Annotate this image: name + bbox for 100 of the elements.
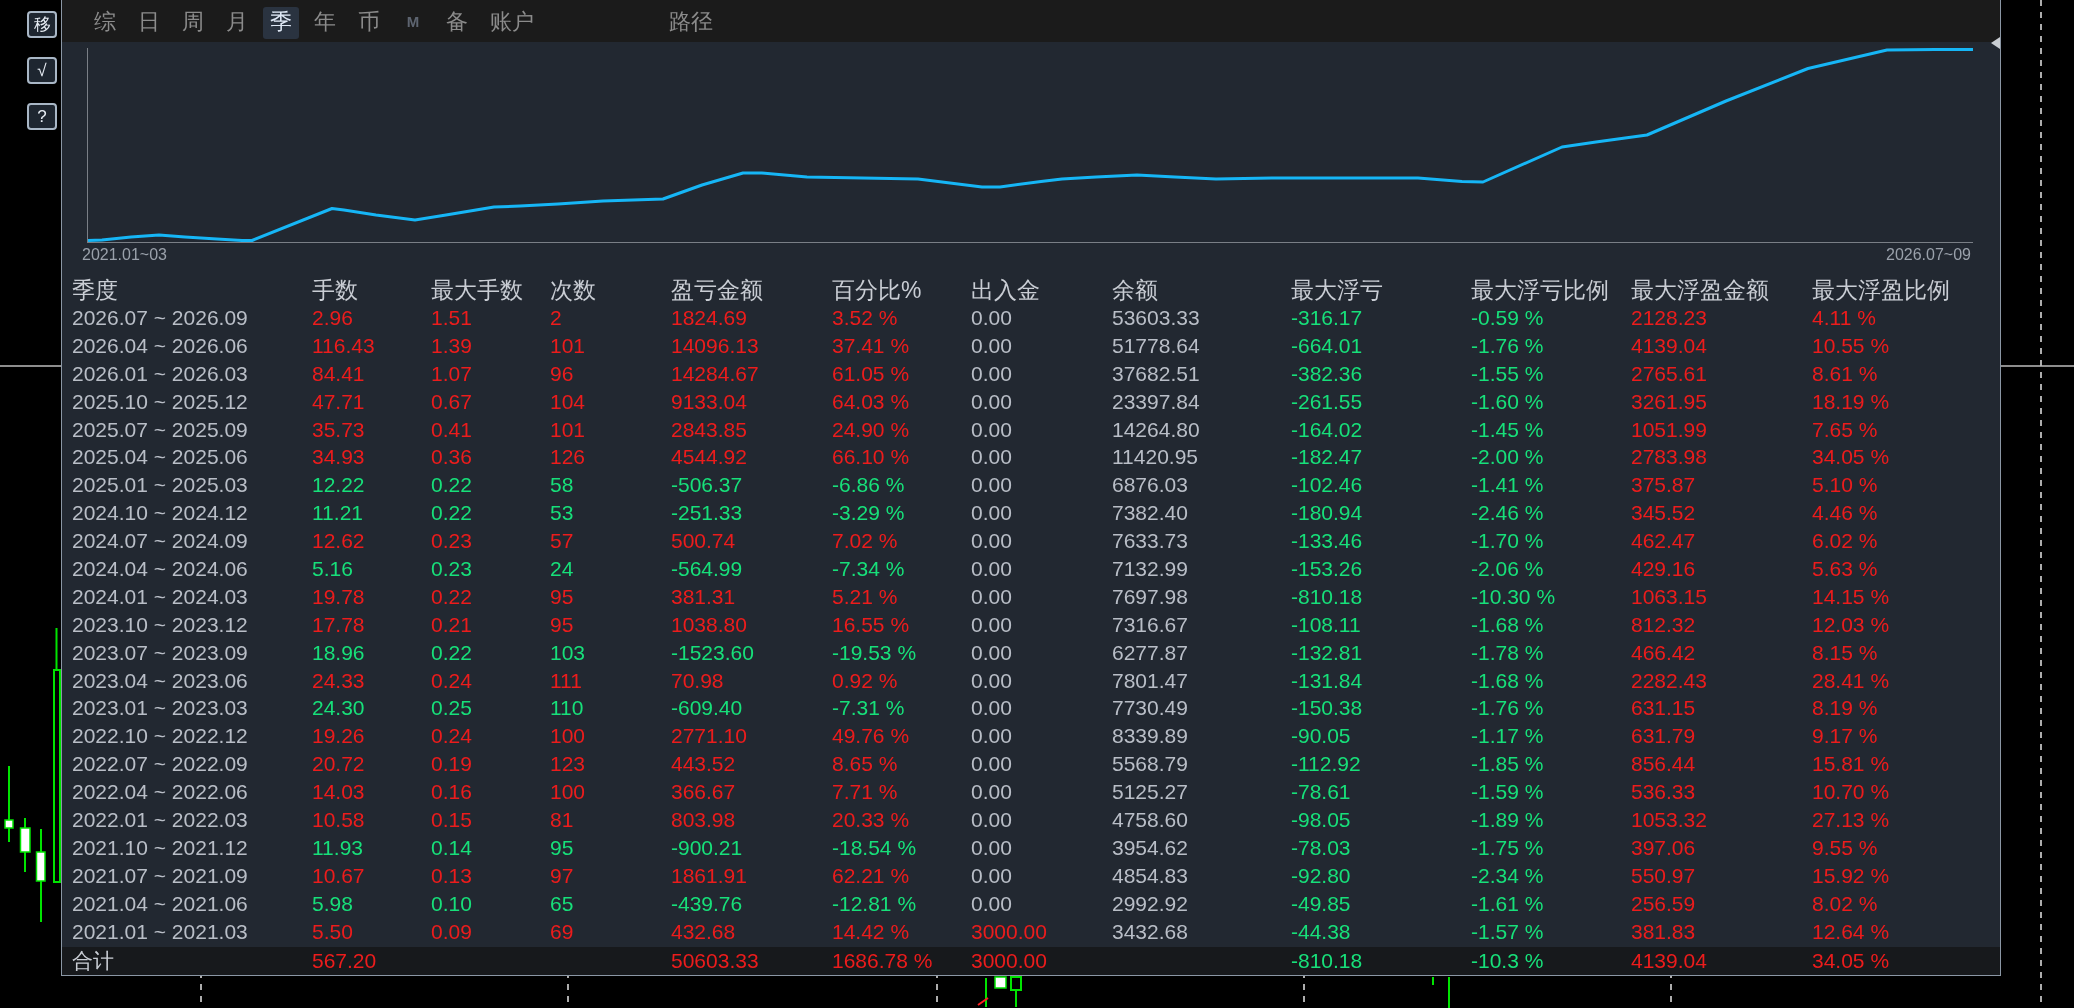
table-cell: -1.59 % xyxy=(1471,779,1544,806)
table-cell: 49.76 % xyxy=(832,723,910,750)
table-cell: -150.38 xyxy=(1291,695,1363,722)
column-header: 次数 xyxy=(550,277,596,304)
side-button[interactable]: ? xyxy=(27,103,57,130)
table-cell: 126 xyxy=(550,444,586,471)
table-cell: 397.06 xyxy=(1631,834,1696,861)
table-cell: 0.00 xyxy=(971,834,1012,861)
table-cell: 14.03 xyxy=(312,779,365,806)
table-cell: 0.92 % xyxy=(832,667,898,694)
total-cell: 50603.33 xyxy=(671,948,759,975)
table-cell: -2.06 % xyxy=(1471,555,1544,582)
tab[interactable]: 季 xyxy=(263,7,299,39)
table-cell: 3954.62 xyxy=(1112,834,1188,861)
table-cell: 550.97 xyxy=(1631,862,1696,889)
table-cell: 7316.67 xyxy=(1112,611,1188,638)
tab[interactable]: 账户 xyxy=(483,7,541,39)
table-cell: 0.13 xyxy=(431,862,472,889)
table-cell: 2024.07 ~ 2024.09 xyxy=(72,528,248,555)
table-cell: 1824.69 xyxy=(671,304,747,331)
table-cell: 4139.04 xyxy=(1631,332,1707,359)
table-cell: 5125.27 xyxy=(1112,779,1188,806)
table-cell: 2021.07 ~ 2021.09 xyxy=(72,862,248,889)
table-cell: 58 xyxy=(550,472,574,499)
table-cell: 2021.04 ~ 2021.06 xyxy=(72,890,248,917)
side-button[interactable]: 移 xyxy=(27,11,57,38)
table-cell: -78.03 xyxy=(1291,834,1351,861)
marker-icon xyxy=(977,997,989,1006)
table-cell: 256.59 xyxy=(1631,890,1696,917)
table-cell: -153.26 xyxy=(1291,555,1363,582)
table-cell: 5.16 xyxy=(312,555,353,582)
table-cell: -44.38 xyxy=(1291,918,1351,945)
table-cell: 95 xyxy=(550,611,574,638)
table-cell: 0.00 xyxy=(971,360,1012,387)
table-cell: 3000.00 xyxy=(971,918,1047,945)
table-cell: 0.00 xyxy=(971,444,1012,471)
table-cell: 14264.80 xyxy=(1112,416,1200,443)
table-cell: -316.17 xyxy=(1291,304,1363,331)
table-cell: -12.81 % xyxy=(832,890,917,917)
table-cell: 4.11 % xyxy=(1812,304,1876,331)
table-cell: 53 xyxy=(550,500,574,527)
table-cell: 0.00 xyxy=(971,528,1012,555)
axis-date-label: 2021.01~03 xyxy=(82,245,167,265)
column-header: 余额 xyxy=(1112,277,1158,304)
tab[interactable]: 备 xyxy=(439,7,475,39)
table-cell: 0.00 xyxy=(971,472,1012,499)
table-cell: 0.00 xyxy=(971,695,1012,722)
table-cell: 7697.98 xyxy=(1112,583,1188,610)
table-cell: 0.00 xyxy=(971,779,1012,806)
table-cell: -102.46 xyxy=(1291,472,1363,499)
table-cell: 0.19 xyxy=(431,751,472,778)
table-cell: 0.00 xyxy=(971,751,1012,778)
tab[interactable]: 路径 xyxy=(662,7,720,39)
table-cell: 0.00 xyxy=(971,639,1012,666)
table-cell: 0.25 xyxy=(431,695,472,722)
total-cell: 4139.04 xyxy=(1631,948,1707,975)
table-cell: 381.31 xyxy=(671,583,736,610)
table-cell: 100 xyxy=(550,779,586,806)
table-cell: -664.01 xyxy=(1291,332,1363,359)
table-cell: 1053.32 xyxy=(1631,806,1707,833)
table-cell: 95 xyxy=(550,583,574,610)
table-cell: 7633.73 xyxy=(1112,528,1188,555)
table-cell: 24.30 xyxy=(312,695,365,722)
tab[interactable]: 年 xyxy=(307,7,343,39)
table-cell: 0.22 xyxy=(431,472,472,499)
table-cell: 111 xyxy=(550,667,582,694)
table-cell: 2025.04 ~ 2025.06 xyxy=(72,444,248,471)
table-cell: 2025.01 ~ 2025.03 xyxy=(72,472,248,499)
table-cell: 116.43 xyxy=(312,332,375,359)
table-cell: 4854.83 xyxy=(1112,862,1188,889)
table-cell: 18.19 % xyxy=(1812,388,1890,415)
candlestick xyxy=(985,977,987,1008)
tab[interactable]: 综 xyxy=(87,7,123,39)
table-cell: -1.76 % xyxy=(1471,695,1544,722)
table-cell: 803.98 xyxy=(671,806,736,833)
tab[interactable]: 周 xyxy=(175,7,211,39)
table-cell: -112.92 xyxy=(1291,751,1361,778)
table-cell: 0.21 xyxy=(431,611,472,638)
table-cell: 66.10 % xyxy=(832,444,910,471)
table-cell: -18.54 % xyxy=(832,834,917,861)
table-cell: 1861.91 xyxy=(671,862,747,889)
table-cell: 2026.01 ~ 2026.03 xyxy=(72,360,248,387)
table-cell: 123 xyxy=(550,751,586,778)
tab[interactable]: 币 xyxy=(351,7,387,39)
tab[interactable]: 月 xyxy=(219,7,255,39)
table-cell: 0.16 xyxy=(431,779,472,806)
table-cell: -78.61 xyxy=(1291,779,1351,806)
table-cell: 0.23 xyxy=(431,555,472,582)
side-button[interactable]: √ xyxy=(27,57,57,84)
table-cell: 1051.99 xyxy=(1631,416,1707,443)
table-cell: 8.61 % xyxy=(1812,360,1878,387)
table-cell: -1.41 % xyxy=(1471,472,1544,499)
table-cell: 381.83 xyxy=(1631,918,1696,945)
table-cell: 7.65 % xyxy=(1812,416,1878,443)
table-cell: 2.96 xyxy=(312,304,353,331)
column-header: 盈亏金额 xyxy=(671,277,763,304)
table-cell: 12.64 % xyxy=(1812,918,1890,945)
table-cell: -261.55 xyxy=(1291,388,1363,415)
table-cell: -10.30 % xyxy=(1471,583,1556,610)
tab[interactable]: 日 xyxy=(131,7,167,39)
